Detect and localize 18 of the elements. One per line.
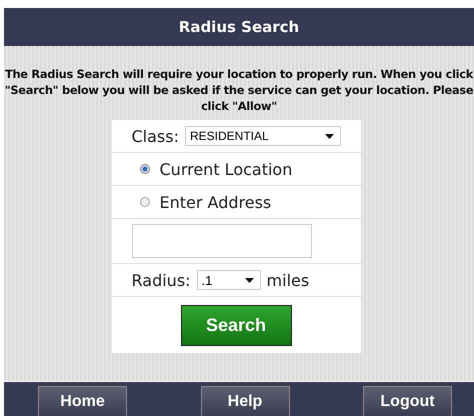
nav-button[interactable]: Home [38, 386, 127, 416]
radio-button[interactable] [140, 197, 150, 207]
radius-label: Radius: [132, 270, 191, 290]
caret-icon [324, 134, 334, 138]
class-dropdown[interactable]: RESIDENTIAL [184, 126, 340, 146]
caret-icon [244, 278, 254, 282]
nav-button[interactable]: Help [200, 386, 290, 416]
notice-text: The Radius Search will require your location to properly run. When you click "Search" below you will be asked if the service can get your location. Please click "Allow" [4, 66, 474, 114]
radio-label: Current Location [160, 160, 292, 178]
radius-dropdown[interactable]: .1 [196, 270, 261, 290]
radio-button[interactable] [140, 164, 150, 174]
unit-label: miles [266, 270, 310, 290]
page-title: Radius Search [178, 18, 300, 36]
search-button[interactable]: Search [180, 304, 292, 346]
radio-label: Enter Address [160, 192, 272, 212]
address-field[interactable] [132, 224, 312, 258]
class-label: Class: [132, 126, 179, 146]
nav-button[interactable]: Logout [363, 386, 452, 416]
